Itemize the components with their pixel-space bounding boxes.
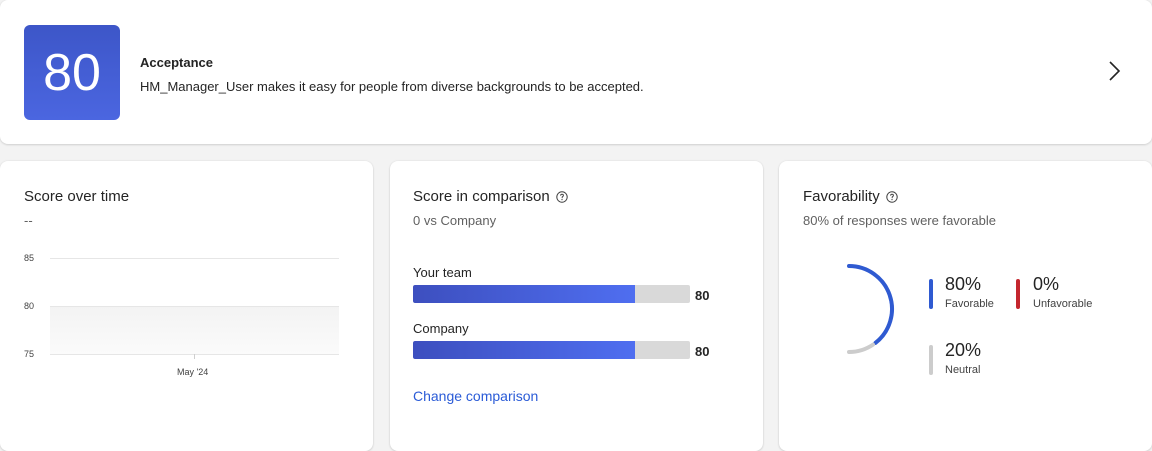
- grid-line: [50, 258, 339, 259]
- y-tick-label: 75: [24, 349, 35, 359]
- unfavorable-label: Unfavorable: [1033, 298, 1093, 310]
- favorability-donut-chart: [847, 264, 894, 354]
- donut-segment-favorable: [847, 264, 894, 345]
- unfavorable-stat: 0% Unfavorable: [1033, 274, 1092, 310]
- favorability-card: Favorability 80% of responses were favor…: [779, 161, 1152, 451]
- comparison-bar-fill: [413, 341, 635, 359]
- card-title: Favorability: [803, 188, 898, 205]
- factor-title: Acceptance: [140, 55, 213, 70]
- x-tick-label: May '24: [177, 367, 209, 377]
- donut-segment-neutral: [847, 342, 876, 354]
- neutral-color-bar: [929, 345, 933, 375]
- neutral-label: Neutral: [945, 364, 981, 376]
- favorable-label: Favorable: [945, 298, 994, 310]
- score-badge: 80: [24, 25, 120, 120]
- comparison-row-label: Company: [413, 321, 469, 336]
- comparison-bar-value: 80: [695, 288, 710, 303]
- comparison-bar-track: [413, 285, 690, 303]
- unfavorable-percent: 0%: [1033, 274, 1060, 294]
- chart-area-band: [50, 306, 339, 354]
- score-over-time-title: Score over time: [24, 188, 130, 205]
- favorability-subtitle: 80% of responses were favorable: [803, 213, 996, 228]
- score-comparison-subtitle: 0 vs Company: [413, 213, 497, 228]
- unfavorable-color-bar: [1016, 279, 1020, 309]
- change-comparison-link[interactable]: Change comparison: [413, 388, 538, 404]
- comparison-bar-fill: [413, 285, 635, 303]
- card-title: Score in comparison: [413, 188, 568, 205]
- x-tick-mark: [194, 354, 195, 359]
- neutral-stat: 20% Neutral: [945, 340, 981, 376]
- chevron-right-icon[interactable]: [1104, 58, 1124, 84]
- info-icon[interactable]: [886, 190, 898, 203]
- comparison-bar-track: [413, 341, 690, 359]
- favorable-stat: 80% Favorable: [945, 274, 994, 310]
- info-icon[interactable]: [556, 190, 568, 203]
- score-over-time-subtitle: --: [24, 213, 33, 228]
- y-tick-label: 80: [24, 301, 35, 311]
- y-tick-label: 85: [24, 253, 35, 263]
- favorable-color-bar: [929, 279, 933, 309]
- neutral-percent: 20%: [945, 340, 982, 360]
- comparison-row-label: Your team: [413, 265, 472, 280]
- favorable-percent: 80%: [945, 274, 982, 294]
- score-comparison-card: Score in comparison 0 vs Company Your te…: [390, 161, 763, 451]
- factor-description: HM_Manager_User makes it easy for people…: [140, 79, 644, 94]
- score-over-time-card: Score over time -- 85 80 75 May '24: [0, 161, 373, 451]
- card-title: Score over time: [24, 188, 129, 205]
- score-comparison-title: Score in comparison: [413, 188, 550, 205]
- grid-line: [50, 306, 339, 307]
- acceptance-summary-card[interactable]: 80 Acceptance HM_Manager_User makes it e…: [0, 0, 1152, 144]
- favorability-title: Favorability: [803, 188, 880, 205]
- comparison-bar-value: 80: [695, 344, 710, 359]
